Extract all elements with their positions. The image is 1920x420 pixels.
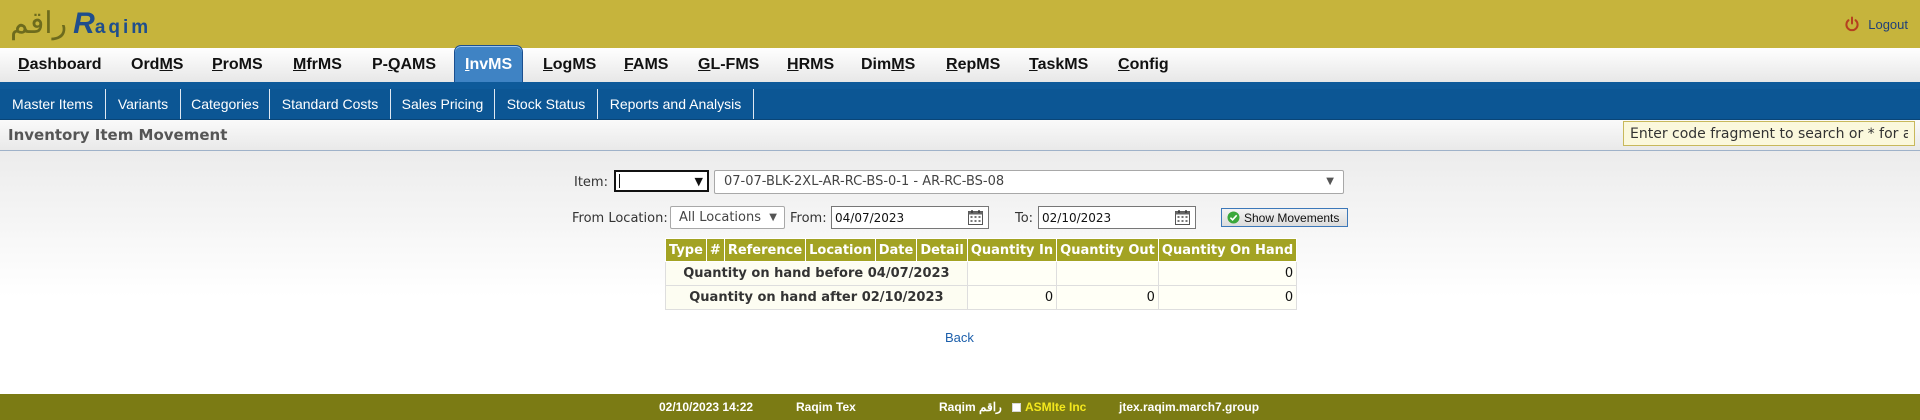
logo-arabic-text: راقم <box>10 6 68 41</box>
submenu-categories[interactable]: Categories <box>181 89 270 119</box>
menu-config[interactable]: Config <box>1118 48 1169 82</box>
footer-vendor-link[interactable]: ASMIte Inc <box>1025 400 1086 414</box>
calendar-icon[interactable] <box>1174 209 1191 226</box>
movement-table: Type # Reference Location Date Detail Qu… <box>665 238 1298 310</box>
after-qty-in: 0 <box>966 285 1058 310</box>
chevron-down-icon: ▼ <box>1326 176 1334 187</box>
from-date-value: 04/07/2023 <box>835 211 905 225</box>
logout-label: Logout <box>1868 16 1908 32</box>
submenu-variants[interactable]: Variants <box>106 89 181 119</box>
from-location-label: From Location: <box>572 211 668 226</box>
menu-taskms[interactable]: TaskMS <box>1029 48 1088 82</box>
col-header-type[interactable]: Type <box>665 238 707 262</box>
submenu-reports-and-analysis[interactable]: Reports and Analysis <box>598 89 754 119</box>
submenu-standard-costs[interactable]: Standard Costs <box>270 89 391 119</box>
table-row: Quantity on hand before 04/07/2023 0 <box>665 261 1298 286</box>
col-header-location[interactable]: Location <box>805 238 876 262</box>
page-title: Inventory Item Movement <box>8 126 228 144</box>
col-header-detail[interactable]: Detail <box>916 238 968 262</box>
menu-invms[interactable]: InvMS <box>454 45 524 82</box>
item-code-select[interactable]: ▼ <box>614 170 709 192</box>
col-header-quantity-out[interactable]: Quantity Out <box>1056 238 1159 262</box>
location-selected-value: All Locations <box>679 210 762 225</box>
menu-dimms[interactable]: DimMS <box>861 48 915 82</box>
menu-hrms[interactable]: HRMS <box>787 48 834 82</box>
footer-product-latin: Raqim <box>939 400 976 414</box>
to-date-field[interactable]: 02/10/2023 <box>1038 206 1196 229</box>
item-selected-value: 07-07-BLK-2XL-AR-RC-BS-0-1 - AR-RC-BS-08 <box>724 174 1005 189</box>
footer-bar: 02/10/2023 14:22 Raqim Tex Raqim راقم AS… <box>0 394 1920 420</box>
menu-repms[interactable]: RepMS <box>946 48 1000 82</box>
text-cursor <box>619 174 620 188</box>
logout-button[interactable]: Logout <box>1844 16 1908 32</box>
item-search-input[interactable] <box>1623 121 1915 146</box>
menu-p-qams[interactable]: P-QAMS <box>372 48 436 82</box>
app-logo[interactable]: راقم Raqim <box>10 4 151 44</box>
menu-gl-fms[interactable]: GL-FMS <box>698 48 759 82</box>
page-title-bar: Inventory Item Movement <box>0 120 1920 151</box>
show-movements-button[interactable]: Show Movements <box>1221 208 1348 227</box>
footer-company: Raqim Tex <box>796 400 856 414</box>
table-header-row: Type # Reference Location Date Detail Qu… <box>665 238 1298 262</box>
item-combo-select[interactable]: 07-07-BLK-2XL-AR-RC-BS-0-1 - AR-RC-BS-08… <box>714 170 1344 194</box>
before-row-label: Quantity on hand before 04/07/2023 <box>665 261 968 286</box>
col-header-quantity-on-hand[interactable]: Quantity On Hand <box>1157 238 1298 262</box>
col-header-number[interactable]: # <box>705 238 725 262</box>
calendar-icon[interactable] <box>967 209 984 226</box>
col-header-quantity-in[interactable]: Quantity In <box>966 238 1058 262</box>
after-on-hand: 0 <box>1157 285 1298 310</box>
power-icon <box>1845 16 1859 32</box>
before-qty-in <box>966 261 1058 286</box>
back-link[interactable]: Back <box>945 330 974 345</box>
chevron-down-icon: ▼ <box>694 175 703 188</box>
menu-ordms[interactable]: OrdMS <box>131 48 183 82</box>
footer-host: jtex.raqim.march7.group <box>1119 400 1260 414</box>
main-menu: Dashboard OrdMS ProMS MfrMS P-QAMS InvMS… <box>0 45 1920 82</box>
col-header-date[interactable]: Date <box>874 238 918 262</box>
location-select[interactable]: All Locations ▼ <box>670 206 785 229</box>
top-header: راقم Raqim Logout <box>0 0 1920 49</box>
item-label: Item: <box>574 175 608 190</box>
menu-dashboard[interactable]: Dashboard <box>18 48 102 82</box>
submenu-stock-status[interactable]: Stock Status <box>495 89 598 119</box>
after-qty-out: 0 <box>1056 285 1159 310</box>
bullet-icon <box>1012 403 1021 412</box>
from-date-field[interactable]: 04/07/2023 <box>831 206 989 229</box>
from-date-label: From: <box>790 211 827 226</box>
menu-mfrms[interactable]: MfrMS <box>293 48 342 82</box>
submenu-sales-pricing[interactable]: Sales Pricing <box>391 89 495 119</box>
to-date-label: To: <box>1015 211 1034 226</box>
submenu-master-items[interactable]: Master Items <box>0 89 106 119</box>
before-on-hand: 0 <box>1157 261 1298 286</box>
col-header-reference[interactable]: Reference <box>723 238 807 262</box>
before-qty-out <box>1056 261 1159 286</box>
sub-menu: Master Items Variants Categories Standar… <box>0 89 1920 120</box>
footer-datetime: 02/10/2023 14:22 <box>659 400 754 414</box>
to-date-value: 02/10/2023 <box>1042 211 1112 225</box>
check-circle-icon <box>1227 211 1240 224</box>
after-row-label: Quantity on hand after 02/10/2023 <box>665 285 968 310</box>
menu-fams[interactable]: FAMS <box>624 48 668 82</box>
table-row: Quantity on hand after 02/10/2023 0 0 0 <box>665 285 1298 310</box>
chevron-down-icon: ▼ <box>769 212 777 223</box>
logo-latin-text: Raqim <box>73 7 152 40</box>
menu-logms[interactable]: LogMS <box>543 48 596 82</box>
menu-proms[interactable]: ProMS <box>212 48 263 82</box>
menu-divider <box>0 82 1920 89</box>
show-movements-label: Show Movements <box>1244 210 1340 225</box>
footer-product-arabic: راقم <box>979 400 1002 414</box>
